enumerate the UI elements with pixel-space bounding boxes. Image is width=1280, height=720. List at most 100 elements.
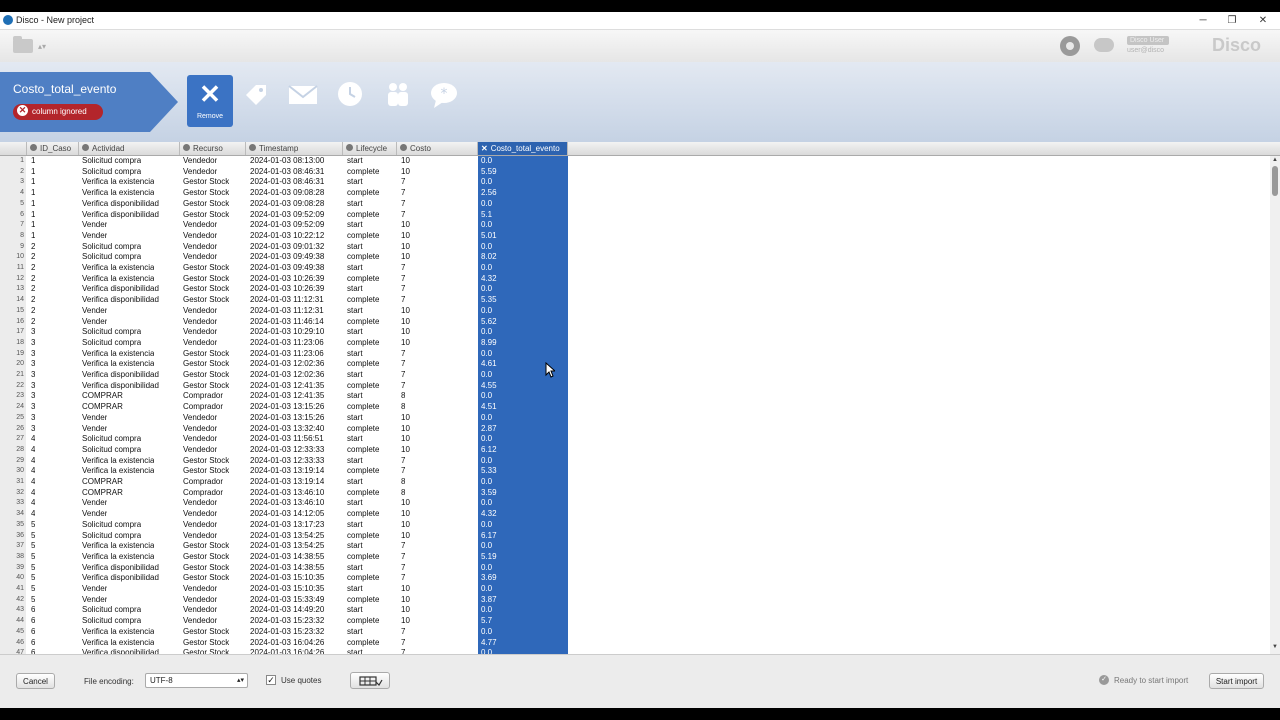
cell-actividad: Solicitud compra	[82, 444, 142, 454]
table-row[interactable]: 22 3 Verifica disponibilidad Gestor Stock 20…	[0, 380, 1280, 392]
table-row[interactable]: 14 2 Verifica disponibilidad Gestor Stock 20…	[0, 295, 1280, 306]
table-row[interactable]: 31 4 COMPRAR Comprador 2024-01-03 13:19:14 st…	[0, 477, 1280, 488]
cell-id-caso: 4	[31, 444, 36, 454]
table-row[interactable]: 5 1 Verifica disponibilidad Gestor Stock 202…	[0, 198, 1280, 210]
table-row[interactable]: 3 1 Verifica la existencia Gestor Stock 2024…	[0, 177, 1280, 189]
header-costo[interactable]: Costo	[397, 142, 478, 155]
envelope-activity-icon[interactable]	[288, 81, 318, 109]
table-row[interactable]: 26 3 Vender Vendedor 2024-01-03 13:32:40 comp…	[0, 423, 1280, 435]
table-row[interactable]: 17 3 Solicitud compra Vendedor 2024-01-03 10…	[0, 327, 1280, 338]
table-row[interactable]: 1 1 Solicitud compra Vendedor 2024-01-03 08:…	[0, 156, 1280, 167]
cell-costo: 7	[401, 188, 406, 198]
table-row[interactable]: 12 2 Verifica la existencia Gestor Stock 202…	[0, 273, 1280, 285]
table-row[interactable]: 36 5 Solicitud compra Vendedor 2024-01-03 13…	[0, 530, 1280, 542]
scroll-up-icon[interactable]: ▲	[1270, 157, 1280, 163]
start-import-button[interactable]: Start import	[1209, 673, 1264, 689]
table-row[interactable]: 2 1 Solicitud compra Vendedor 2024-01-03 08:…	[0, 166, 1280, 178]
header-recurso[interactable]: Recurso	[180, 142, 246, 155]
table-row[interactable]: 42 5 Vender Vendedor 2024-01-03 15:33:49 comp…	[0, 594, 1280, 606]
table-row[interactable]: 41 5 Vender Vendedor 2024-01-03 15:10:35 star…	[0, 584, 1280, 595]
table-row[interactable]: 23 3 COMPRAR Comprador 2024-01-03 12:41:35 st…	[0, 391, 1280, 403]
clock-timestamp-icon[interactable]	[337, 81, 365, 109]
table-row[interactable]: 38 5 Verifica la existencia Gestor Stock 202…	[0, 551, 1280, 563]
feedback-chat-icon[interactable]	[1094, 38, 1114, 52]
table-row[interactable]: 19 3 Verifica la existencia Gestor Stock 202…	[0, 348, 1280, 360]
cell-costo-total: 0.0	[481, 455, 493, 465]
table-row[interactable]: 21 3 Verifica disponibilidad Gestor Stock 20…	[0, 370, 1280, 381]
cell-lifecycle: start	[347, 412, 363, 422]
table-row[interactable]: 6 1 Verifica disponibilidad Gestor Stock 202…	[0, 209, 1280, 221]
table-row[interactable]: 27 4 Solicitud compra Vendedor 2024-01-03 11…	[0, 434, 1280, 445]
table-row[interactable]: 46 6 Verifica la existencia Gestor Stock 202…	[0, 637, 1280, 649]
corner-header	[0, 142, 27, 155]
table-row[interactable]: 9 2 Solicitud compra Vendedor 2024-01-03 09:…	[0, 241, 1280, 253]
file-encoding-select[interactable]: UTF-8 ▴▾	[145, 673, 248, 688]
table-row[interactable]: 16 2 Vender Vendedor 2024-01-03 11:46:14 comp…	[0, 316, 1280, 328]
cell-id-caso: 1	[31, 177, 36, 187]
folder-dropdown-icon[interactable]: ▴▾	[38, 42, 46, 51]
separator-keyboard-button[interactable]	[350, 672, 390, 689]
table-row[interactable]: 24 3 COMPRAR Comprador 2024-01-03 13:15:26 co…	[0, 402, 1280, 413]
close-button[interactable]: ✕	[1254, 14, 1272, 27]
cell-costo-total: 5.01	[481, 230, 497, 240]
row-number: 3	[0, 177, 26, 189]
table-row[interactable]: 45 6 Verifica la existencia Gestor Stock 202…	[0, 626, 1280, 638]
table-row[interactable]: 40 5 Verifica disponibilidad Gestor Stock 20…	[0, 573, 1280, 584]
table-row[interactable]: 35 5 Solicitud compra Vendedor 2024-01-03 13…	[0, 519, 1280, 531]
table-row[interactable]: 33 4 Vender Vendedor 2024-01-03 13:46:10 star…	[0, 498, 1280, 510]
maximize-button[interactable]: ❐	[1223, 14, 1241, 27]
table-row[interactable]: 44 6 Solicitud compra Vendedor 2024-01-03 15…	[0, 616, 1280, 627]
cell-actividad: Verifica disponibilidad	[82, 209, 159, 219]
table-row[interactable]: 10 2 Solicitud compra Vendedor 2024-01-03 09…	[0, 252, 1280, 263]
table-row[interactable]: 34 4 Vender Vendedor 2024-01-03 14:12:05 comp…	[0, 509, 1280, 520]
table-row[interactable]: 8 1 Vender Vendedor 2024-01-03 10:22:12 compl…	[0, 230, 1280, 242]
cell-costo: 10	[401, 230, 410, 240]
use-quotes-checkbox[interactable]: ✓	[266, 675, 276, 685]
cell-actividad: Solicitud compra	[82, 605, 142, 615]
header-id-caso[interactable]: ID_Caso	[27, 142, 79, 155]
cell-lifecycle: complete	[347, 295, 380, 305]
header-lifecycle[interactable]: Lifecycle	[343, 142, 397, 155]
header-costo-total-evento[interactable]: ✕ Costo_total_evento	[478, 142, 568, 155]
table-row[interactable]: 43 6 Solicitud compra Vendedor 2024-01-03 14…	[0, 605, 1280, 617]
table-row[interactable]: 7 1 Vender Vendedor 2024-01-03 09:52:09 start…	[0, 220, 1280, 231]
file-encoding-label: File encoding:	[84, 677, 134, 686]
scroll-down-icon[interactable]: ▼	[1270, 644, 1280, 650]
header-actividad[interactable]: Actividad	[79, 142, 180, 155]
settings-gear-icon[interactable]	[1060, 36, 1080, 56]
table-row[interactable]: 39 5 Verifica disponibilidad Gestor Stock 20…	[0, 562, 1280, 574]
cell-lifecycle: complete	[347, 423, 380, 433]
tag-attribute-icon[interactable]	[242, 81, 270, 109]
cell-lifecycle: start	[347, 284, 363, 294]
cell-timestamp: 2024-01-03 13:19:14	[250, 477, 325, 486]
remove-column-button[interactable]: ✕ Remove	[187, 75, 233, 127]
row-number: 29	[0, 455, 26, 467]
table-row[interactable]: 4 1 Verifica la existencia Gestor Stock 2024…	[0, 188, 1280, 199]
minimize-button[interactable]: ─	[1194, 14, 1212, 27]
cell-lifecycle: complete	[347, 530, 380, 540]
vertical-scrollbar[interactable]: ▲ ▼	[1270, 156, 1280, 654]
table-row[interactable]: 30 4 Verifica la existencia Gestor Stock 202…	[0, 466, 1280, 477]
table-row[interactable]: 28 4 Solicitud compra Vendedor 2024-01-03 12…	[0, 444, 1280, 456]
cancel-button[interactable]: Cancel	[16, 673, 55, 689]
table-row[interactable]: 13 2 Verifica disponibilidad Gestor Stock 20…	[0, 284, 1280, 296]
people-resource-icon[interactable]	[384, 81, 412, 109]
header-timestamp[interactable]: Timestamp	[246, 142, 343, 155]
scroll-thumb[interactable]	[1272, 166, 1278, 196]
table-row[interactable]: 37 5 Verifica la existencia Gestor Stock 202…	[0, 541, 1280, 552]
table-row[interactable]: 11 2 Verifica la existencia Gestor Stock 202…	[0, 263, 1280, 274]
cell-costo-total: 5.1	[481, 209, 493, 219]
table-row[interactable]: 32 4 COMPRAR Comprador 2024-01-03 13:46:10 co…	[0, 487, 1280, 499]
cell-costo: 7	[401, 348, 406, 358]
table-row[interactable]: 20 3 Verifica la existencia Gestor Stock 202…	[0, 359, 1280, 370]
speech-other-attribute-icon[interactable]: *	[430, 81, 460, 109]
table-row[interactable]: 15 2 Vender Vendedor 2024-01-03 11:12:31 star…	[0, 305, 1280, 317]
table-row[interactable]: 25 3 Vender Vendedor 2024-01-03 13:15:26 star…	[0, 412, 1280, 424]
folder-icon[interactable]	[13, 36, 33, 53]
cell-costo: 10	[401, 519, 410, 529]
table-row[interactable]: 29 4 Verifica la existencia Gestor Stock 202…	[0, 455, 1280, 467]
cell-lifecycle: start	[347, 434, 363, 444]
table-row[interactable]: 18 3 Solicitud compra Vendedor 2024-01-03 11…	[0, 337, 1280, 349]
cell-timestamp: 2024-01-03 11:46:14	[250, 316, 324, 326]
cell-costo-total: 0.0	[481, 434, 493, 444]
